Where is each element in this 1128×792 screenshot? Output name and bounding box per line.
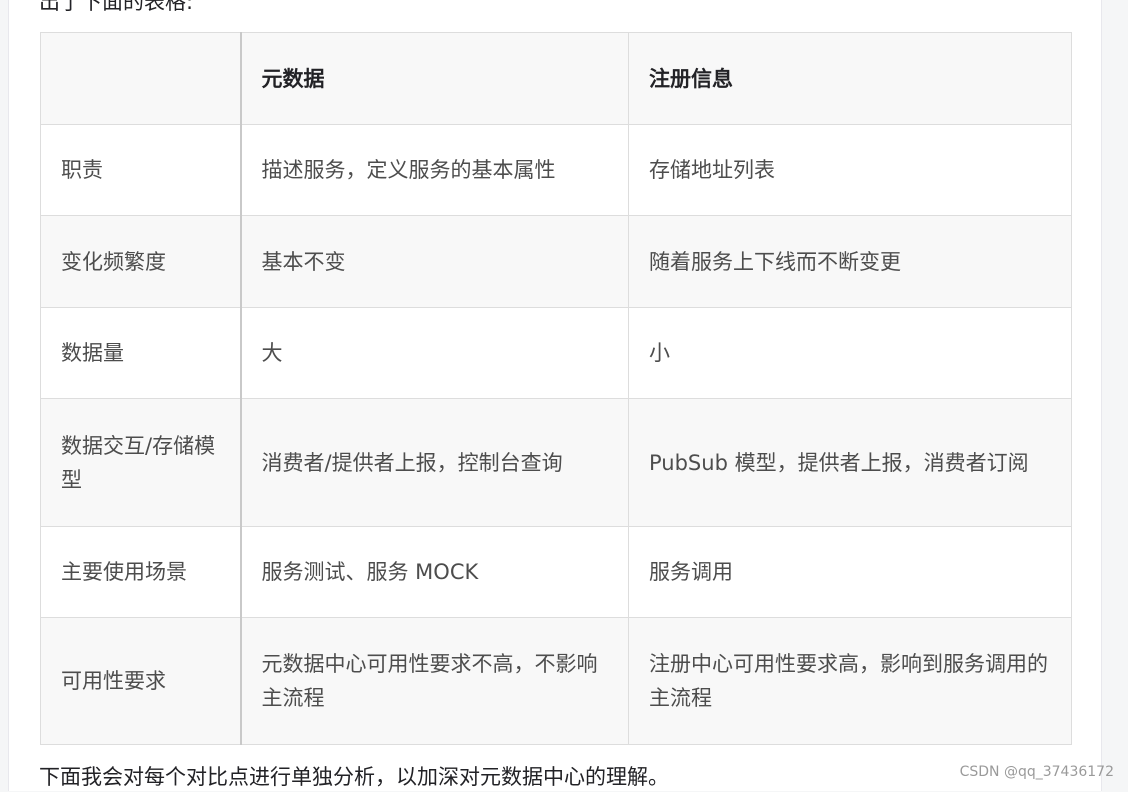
intro-paragraph: 出了下面的表格: [39, 0, 194, 14]
table-header-row: 元数据 注册信息 [40, 32, 1072, 125]
metadata-cell: 描述服务，定义服务的基本属性 [240, 124, 629, 216]
comparison-table: 元数据 注册信息 职责 描述服务，定义服务的基本属性 存储地址列表 变化频繁度 … [40, 32, 1072, 745]
registry-cell: 服务调用 [628, 526, 1072, 618]
metadata-cell: 消费者/提供者上报，控制台查询 [240, 398, 629, 527]
header-cell-registry: 注册信息 [628, 32, 1072, 125]
outro-paragraph: 下面我会对每个对比点进行单独分析，以加深对元数据中心的理解。 [39, 765, 669, 789]
metadata-cell: 大 [240, 307, 629, 399]
metadata-cell: 服务测试、服务 MOCK [240, 526, 629, 618]
row-label: 数据交互/存储模型 [40, 398, 242, 527]
header-cell-metadata: 元数据 [240, 32, 629, 125]
table-row: 可用性要求 元数据中心可用性要求不高，不影响主流程 注册中心可用性要求高，影响到… [40, 617, 1072, 745]
row-label: 可用性要求 [40, 617, 242, 745]
article-content: 出了下面的表格: 元数据 注册信息 职责 描述服务，定义服务的基本属性 存储地址… [8, 0, 1102, 791]
table-row: 主要使用场景 服务测试、服务 MOCK 服务调用 [40, 526, 1072, 618]
registry-cell: 小 [628, 307, 1072, 399]
registry-cell: 随着服务上下线而不断变更 [628, 215, 1072, 308]
registry-cell: PubSub 模型，提供者上报，消费者订阅 [628, 398, 1072, 527]
table-row: 数据交互/存储模型 消费者/提供者上报，控制台查询 PubSub 模型，提供者上… [40, 398, 1072, 527]
header-cell-empty [40, 32, 242, 125]
table-row: 数据量 大 小 [40, 307, 1072, 399]
metadata-cell: 元数据中心可用性要求不高，不影响主流程 [240, 617, 629, 745]
row-label: 主要使用场景 [40, 526, 242, 618]
table-row: 变化频繁度 基本不变 随着服务上下线而不断变更 [40, 215, 1072, 308]
metadata-cell: 基本不变 [240, 215, 629, 308]
row-label: 数据量 [40, 307, 242, 399]
csdn-watermark: CSDN @qq_37436172 [959, 764, 1114, 780]
row-label: 职责 [40, 124, 242, 216]
table-row: 职责 描述服务，定义服务的基本属性 存储地址列表 [40, 124, 1072, 216]
row-label: 变化频繁度 [40, 215, 242, 308]
registry-cell: 注册中心可用性要求高，影响到服务调用的主流程 [628, 617, 1072, 745]
registry-cell: 存储地址列表 [628, 124, 1072, 216]
